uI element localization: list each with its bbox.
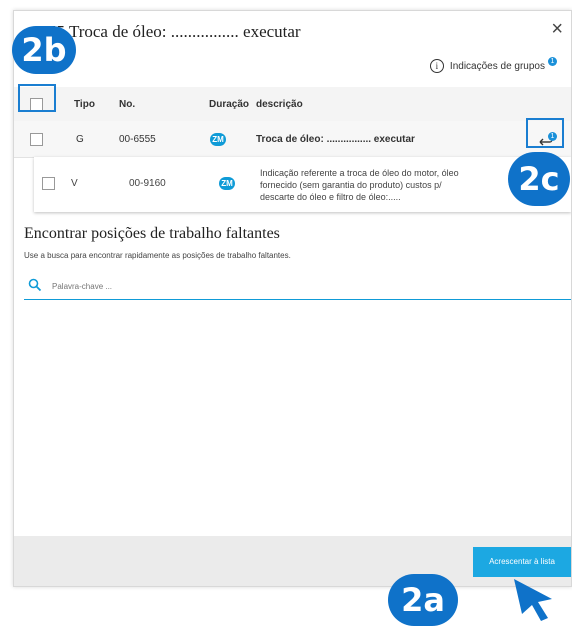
- table-row[interactable]: V 00-9160 ZM Indicação referente a troca…: [34, 157, 571, 212]
- search-input[interactable]: [52, 279, 452, 293]
- row-description: Indicação referente a troca de óleo do m…: [260, 168, 459, 202]
- search-field[interactable]: [24, 275, 571, 300]
- row-description: Troca de óleo: ................ executar: [256, 134, 415, 145]
- info-icon: i: [429, 59, 444, 73]
- add-to-list-button[interactable]: Acrescentar à lista: [473, 547, 571, 577]
- table-header: Tipo No. Duração descrição: [14, 87, 571, 122]
- row-checkbox[interactable]: [30, 133, 43, 146]
- row-number: 00-6555: [119, 134, 156, 145]
- search-icon: [28, 278, 42, 297]
- callout-2c-badge: 2c: [508, 152, 570, 206]
- close-icon[interactable]: ×: [551, 19, 563, 39]
- header-duration: Duração: [209, 99, 250, 110]
- group-hints-count-badge: 1: [548, 56, 557, 66]
- group-hints[interactable]: i Indicações de grupos 1: [429, 56, 557, 73]
- table-row[interactable]: G 00-6555 ZM Troca de óleo: ............…: [14, 121, 571, 158]
- duration-badge: ZM: [210, 133, 226, 146]
- header-number: No.: [119, 99, 136, 110]
- row-checkbox[interactable]: [42, 177, 55, 190]
- header-type: Tipo: [74, 99, 95, 110]
- search-section-subtitle: Use a busca para encontrar rapidamente a…: [24, 251, 291, 260]
- row-type: V: [71, 178, 78, 189]
- cursor-arrow-icon: [510, 577, 560, 623]
- callout-2b-frame: [18, 84, 56, 112]
- row-type: G: [76, 134, 84, 145]
- dialog-footer: Acrescentar à lista: [14, 536, 571, 586]
- callout-2a-badge: 2a: [388, 574, 458, 626]
- header-description: descrição: [256, 99, 303, 110]
- dialog-title: 55 Troca de óleo: ................ execu…: [48, 22, 301, 41]
- search-section-title: Encontrar posições de trabalho faltantes: [24, 225, 280, 242]
- row-number: 00-9160: [129, 178, 166, 189]
- callout-2b-badge: 2b: [12, 26, 76, 74]
- group-hints-label: Indicações de grupos: [449, 60, 545, 72]
- duration-badge: ZM: [219, 177, 235, 190]
- dialog: 55 Troca de óleo: ................ execu…: [13, 10, 572, 587]
- callout-2c-frame: [526, 118, 564, 148]
